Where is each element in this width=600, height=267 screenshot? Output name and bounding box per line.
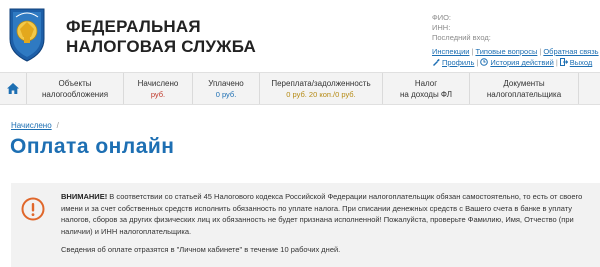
nav-objects-line2: налогообложения (41, 89, 109, 99)
profile-link[interactable]: Профиль (442, 58, 474, 67)
warning-notice: ВНИМАНИЕ! В соответствии со статьей 45 Н… (11, 183, 600, 267)
nav-documents-line1: Документы (503, 78, 545, 88)
profile-icon[interactable] (432, 58, 440, 66)
header: ФЕДЕРАЛЬНАЯ НАЛОГОВАЯ СЛУЖБА ФИО: ИНН: П… (0, 0, 600, 70)
header-links-bottom: Профиль | История действий | Выход (432, 58, 592, 67)
nav-documents-line2: налогоплательщика (486, 89, 562, 99)
nav-documents[interactable]: Документы налогоплательщика (470, 73, 579, 104)
separator: | (539, 47, 542, 56)
nav-paid-line1: Уплачено (208, 78, 244, 88)
warning-icon (21, 197, 45, 221)
home-icon (7, 83, 19, 94)
inspections-link[interactable]: Инспекции (432, 47, 469, 56)
notice-heading: ВНИМАНИЕ! (61, 192, 108, 201)
history-icon[interactable] (480, 58, 489, 66)
logout-icon[interactable] (559, 58, 568, 66)
nav-charged-line2: руб. (150, 89, 166, 99)
org-name-line1: ФЕДЕРАЛЬНАЯ (66, 17, 201, 36)
nav-income-tax-line1: Налог (414, 78, 438, 88)
history-link[interactable]: История действий (490, 58, 553, 67)
fio-label: ФИО: (432, 13, 452, 22)
separator: | (471, 47, 474, 56)
nav-objects[interactable]: Объекты налогообложения (27, 73, 124, 104)
notice-paragraph-2: Сведения об оплате отразятся в "Личном к… (61, 245, 341, 254)
nav-balance-line1: Переплата/задолженность (271, 78, 371, 88)
main-nav: Объекты налогообложения Начислено руб. У… (0, 72, 600, 105)
separator: | (555, 58, 558, 67)
nav-income-tax-line2: на доходы ФЛ (399, 89, 452, 99)
header-links-top: Инспекции | Типовые вопросы | Обратная связь (432, 47, 599, 56)
nav-balance-line2: 0 руб. 20 коп./0 руб. (286, 89, 356, 99)
nav-paid[interactable]: Уплачено 0 руб. (193, 73, 260, 104)
logout-link[interactable]: Выход (570, 58, 592, 67)
home-button[interactable] (0, 73, 27, 104)
nav-objects-line1: Объекты (58, 78, 92, 88)
nav-balance[interactable]: Переплата/задолженность 0 руб. 20 коп./0… (260, 73, 383, 104)
notice-body: В соответствии со статьей 45 Налогового … (61, 192, 583, 236)
faq-link[interactable]: Типовые вопросы (475, 47, 537, 56)
notice-paragraph-1: ВНИМАНИЕ! В соответствии со статьей 45 Н… (61, 191, 596, 237)
notice-text: ВНИМАНИЕ! В соответствии со статьей 45 Н… (61, 191, 596, 263)
org-name-line2: НАЛОГОВАЯ СЛУЖБА (66, 37, 256, 56)
breadcrumb-charged-link[interactable]: Начислено (11, 121, 52, 130)
user-info: ФИО: ИНН: Последний вход: (432, 13, 597, 43)
nav-income-tax[interactable]: Налог на доходы ФЛ (383, 73, 470, 104)
feedback-link[interactable]: Обратная связь (543, 47, 598, 56)
nav-paid-line2: 0 руб. (215, 89, 237, 99)
nav-charged[interactable]: Начислено руб. (124, 73, 193, 104)
last-login-label: Последний вход: (432, 33, 491, 42)
page-title: Оплата онлайн (10, 135, 175, 158)
org-name[interactable]: ФЕДЕРАЛЬНАЯ НАЛОГОВАЯ СЛУЖБА (66, 17, 266, 57)
inn-label: ИНН: (432, 23, 451, 32)
separator: | (476, 58, 479, 67)
breadcrumb: Начислено / (11, 121, 59, 130)
breadcrumb-separator: / (56, 121, 59, 130)
fns-emblem-icon[interactable] (8, 7, 46, 63)
nav-charged-line1: Начислено (137, 78, 179, 88)
